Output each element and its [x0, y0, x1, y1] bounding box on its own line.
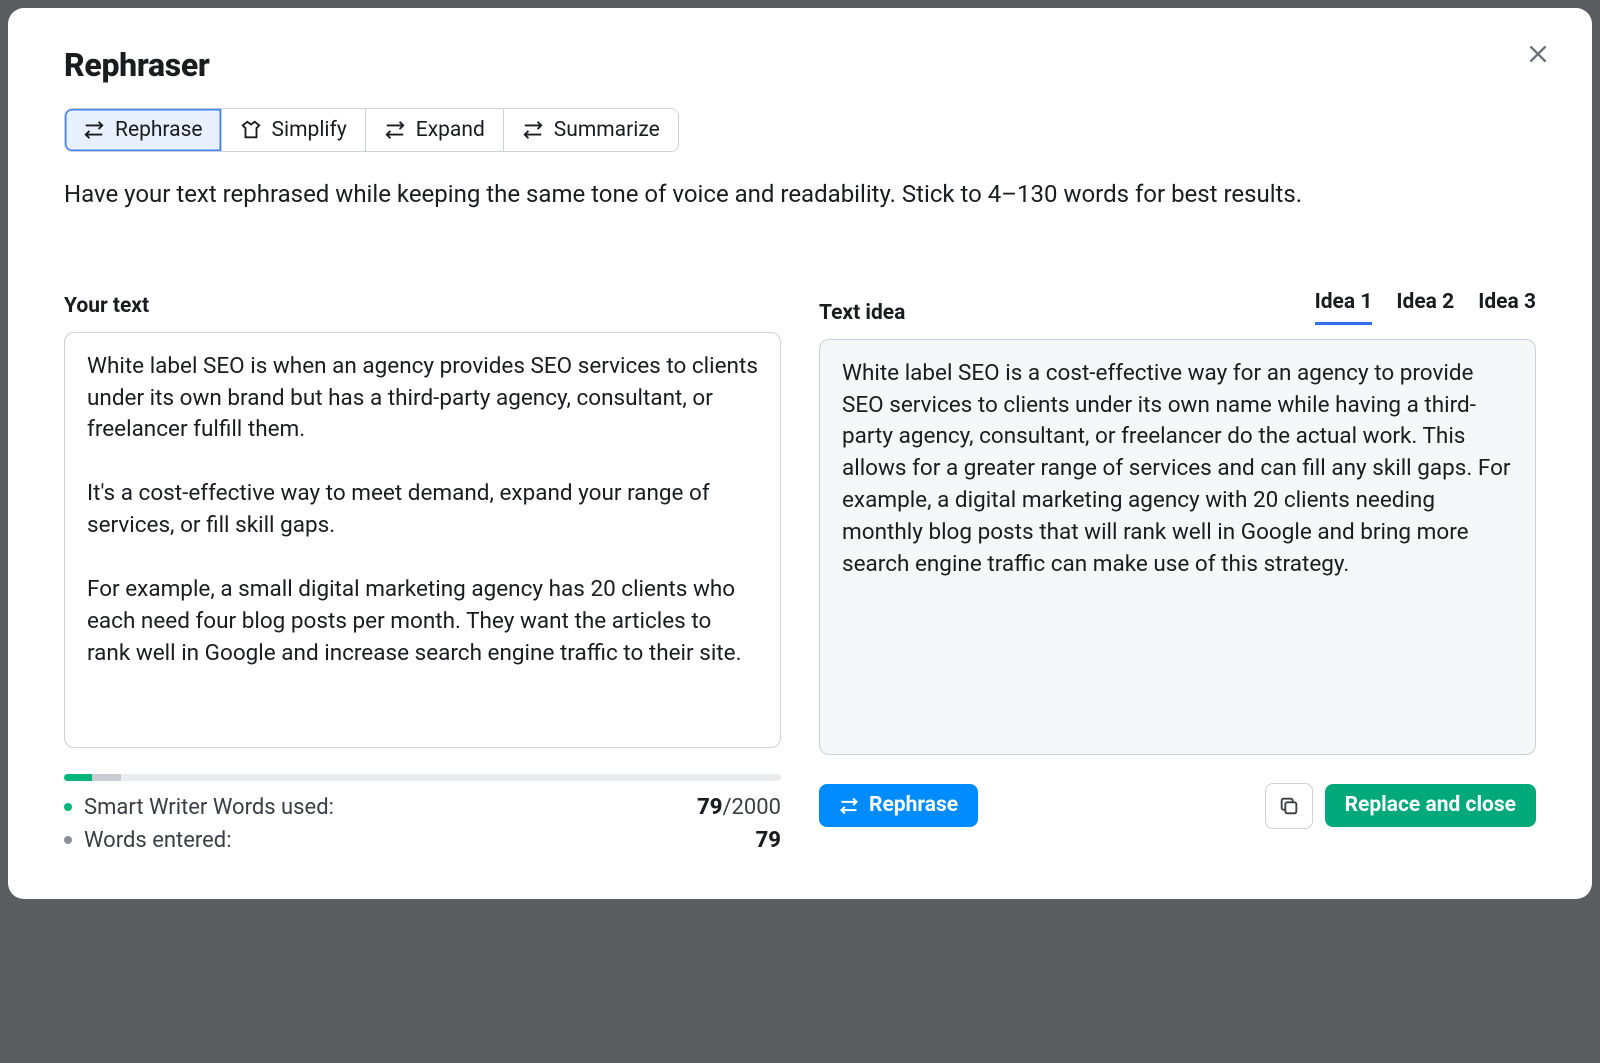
idea-tab-2[interactable]: Idea 2 — [1396, 286, 1454, 325]
stat-value: 79 — [756, 828, 781, 853]
rephrase-button[interactable]: Rephrase — [819, 784, 978, 827]
modal-title: Rephraser — [64, 46, 1536, 84]
usage-progress — [64, 774, 781, 781]
tab-label: Expand — [416, 118, 485, 142]
cycle-icon — [522, 119, 544, 141]
close-icon — [1525, 41, 1551, 67]
tab-label: Summarize — [554, 118, 660, 142]
source-text-input[interactable] — [64, 332, 781, 748]
mode-tabs: Rephrase Simplify Expand Summarize — [64, 108, 679, 152]
stat-words-entered: Words entered: 79 — [64, 828, 781, 853]
button-label: Rephrase — [869, 795, 958, 816]
tab-summarize[interactable]: Summarize — [504, 109, 678, 151]
input-column: Your text Smart Writer Words used: 79/20… — [64, 286, 781, 853]
replace-and-close-button[interactable]: Replace and close — [1325, 784, 1536, 827]
idea-tabs: Idea 1 Idea 2 Idea 3 — [1315, 286, 1536, 325]
stat-label: Words entered: — [84, 828, 756, 853]
input-label: Your text — [64, 294, 149, 318]
usage-footer: Smart Writer Words used: 79/2000 Words e… — [64, 774, 781, 853]
dot-icon — [64, 803, 72, 811]
cycle-icon — [839, 796, 859, 816]
cycle-icon — [384, 119, 406, 141]
rephraser-modal: Rephraser Rephrase Simplify Expand Summa… — [8, 8, 1592, 899]
stat-label: Smart Writer Words used: — [84, 795, 697, 820]
idea-tab-1[interactable]: Idea 1 — [1315, 286, 1373, 325]
dot-icon — [64, 836, 72, 844]
output-actions: Rephrase Replace and close — [819, 783, 1536, 829]
close-button[interactable] — [1520, 36, 1556, 72]
usage-progress-buffer — [92, 774, 121, 781]
tab-label: Simplify — [272, 118, 347, 142]
idea-tab-3[interactable]: Idea 3 — [1478, 286, 1536, 325]
stat-value: 79/2000 — [697, 795, 781, 820]
tab-rephrase[interactable]: Rephrase — [65, 109, 222, 151]
cycle-icon — [83, 119, 105, 141]
shirt-icon — [240, 119, 262, 141]
stat-smart-writer: Smart Writer Words used: 79/2000 — [64, 795, 781, 820]
tab-expand[interactable]: Expand — [366, 109, 504, 151]
button-label: Replace and close — [1345, 795, 1516, 816]
tab-simplify[interactable]: Simplify — [222, 109, 366, 151]
copy-button[interactable] — [1265, 783, 1313, 829]
tab-label: Rephrase — [115, 118, 203, 142]
mode-description: Have your text rephrased while keeping t… — [64, 178, 1536, 212]
output-column: Text idea Idea 1 Idea 2 Idea 3 White lab… — [819, 286, 1536, 853]
output-text: White label SEO is a cost-effective way … — [819, 339, 1536, 755]
content-columns: Your text Smart Writer Words used: 79/20… — [64, 286, 1536, 853]
usage-progress-fill — [64, 774, 92, 781]
copy-icon — [1278, 795, 1300, 817]
output-label: Text idea — [819, 301, 905, 325]
